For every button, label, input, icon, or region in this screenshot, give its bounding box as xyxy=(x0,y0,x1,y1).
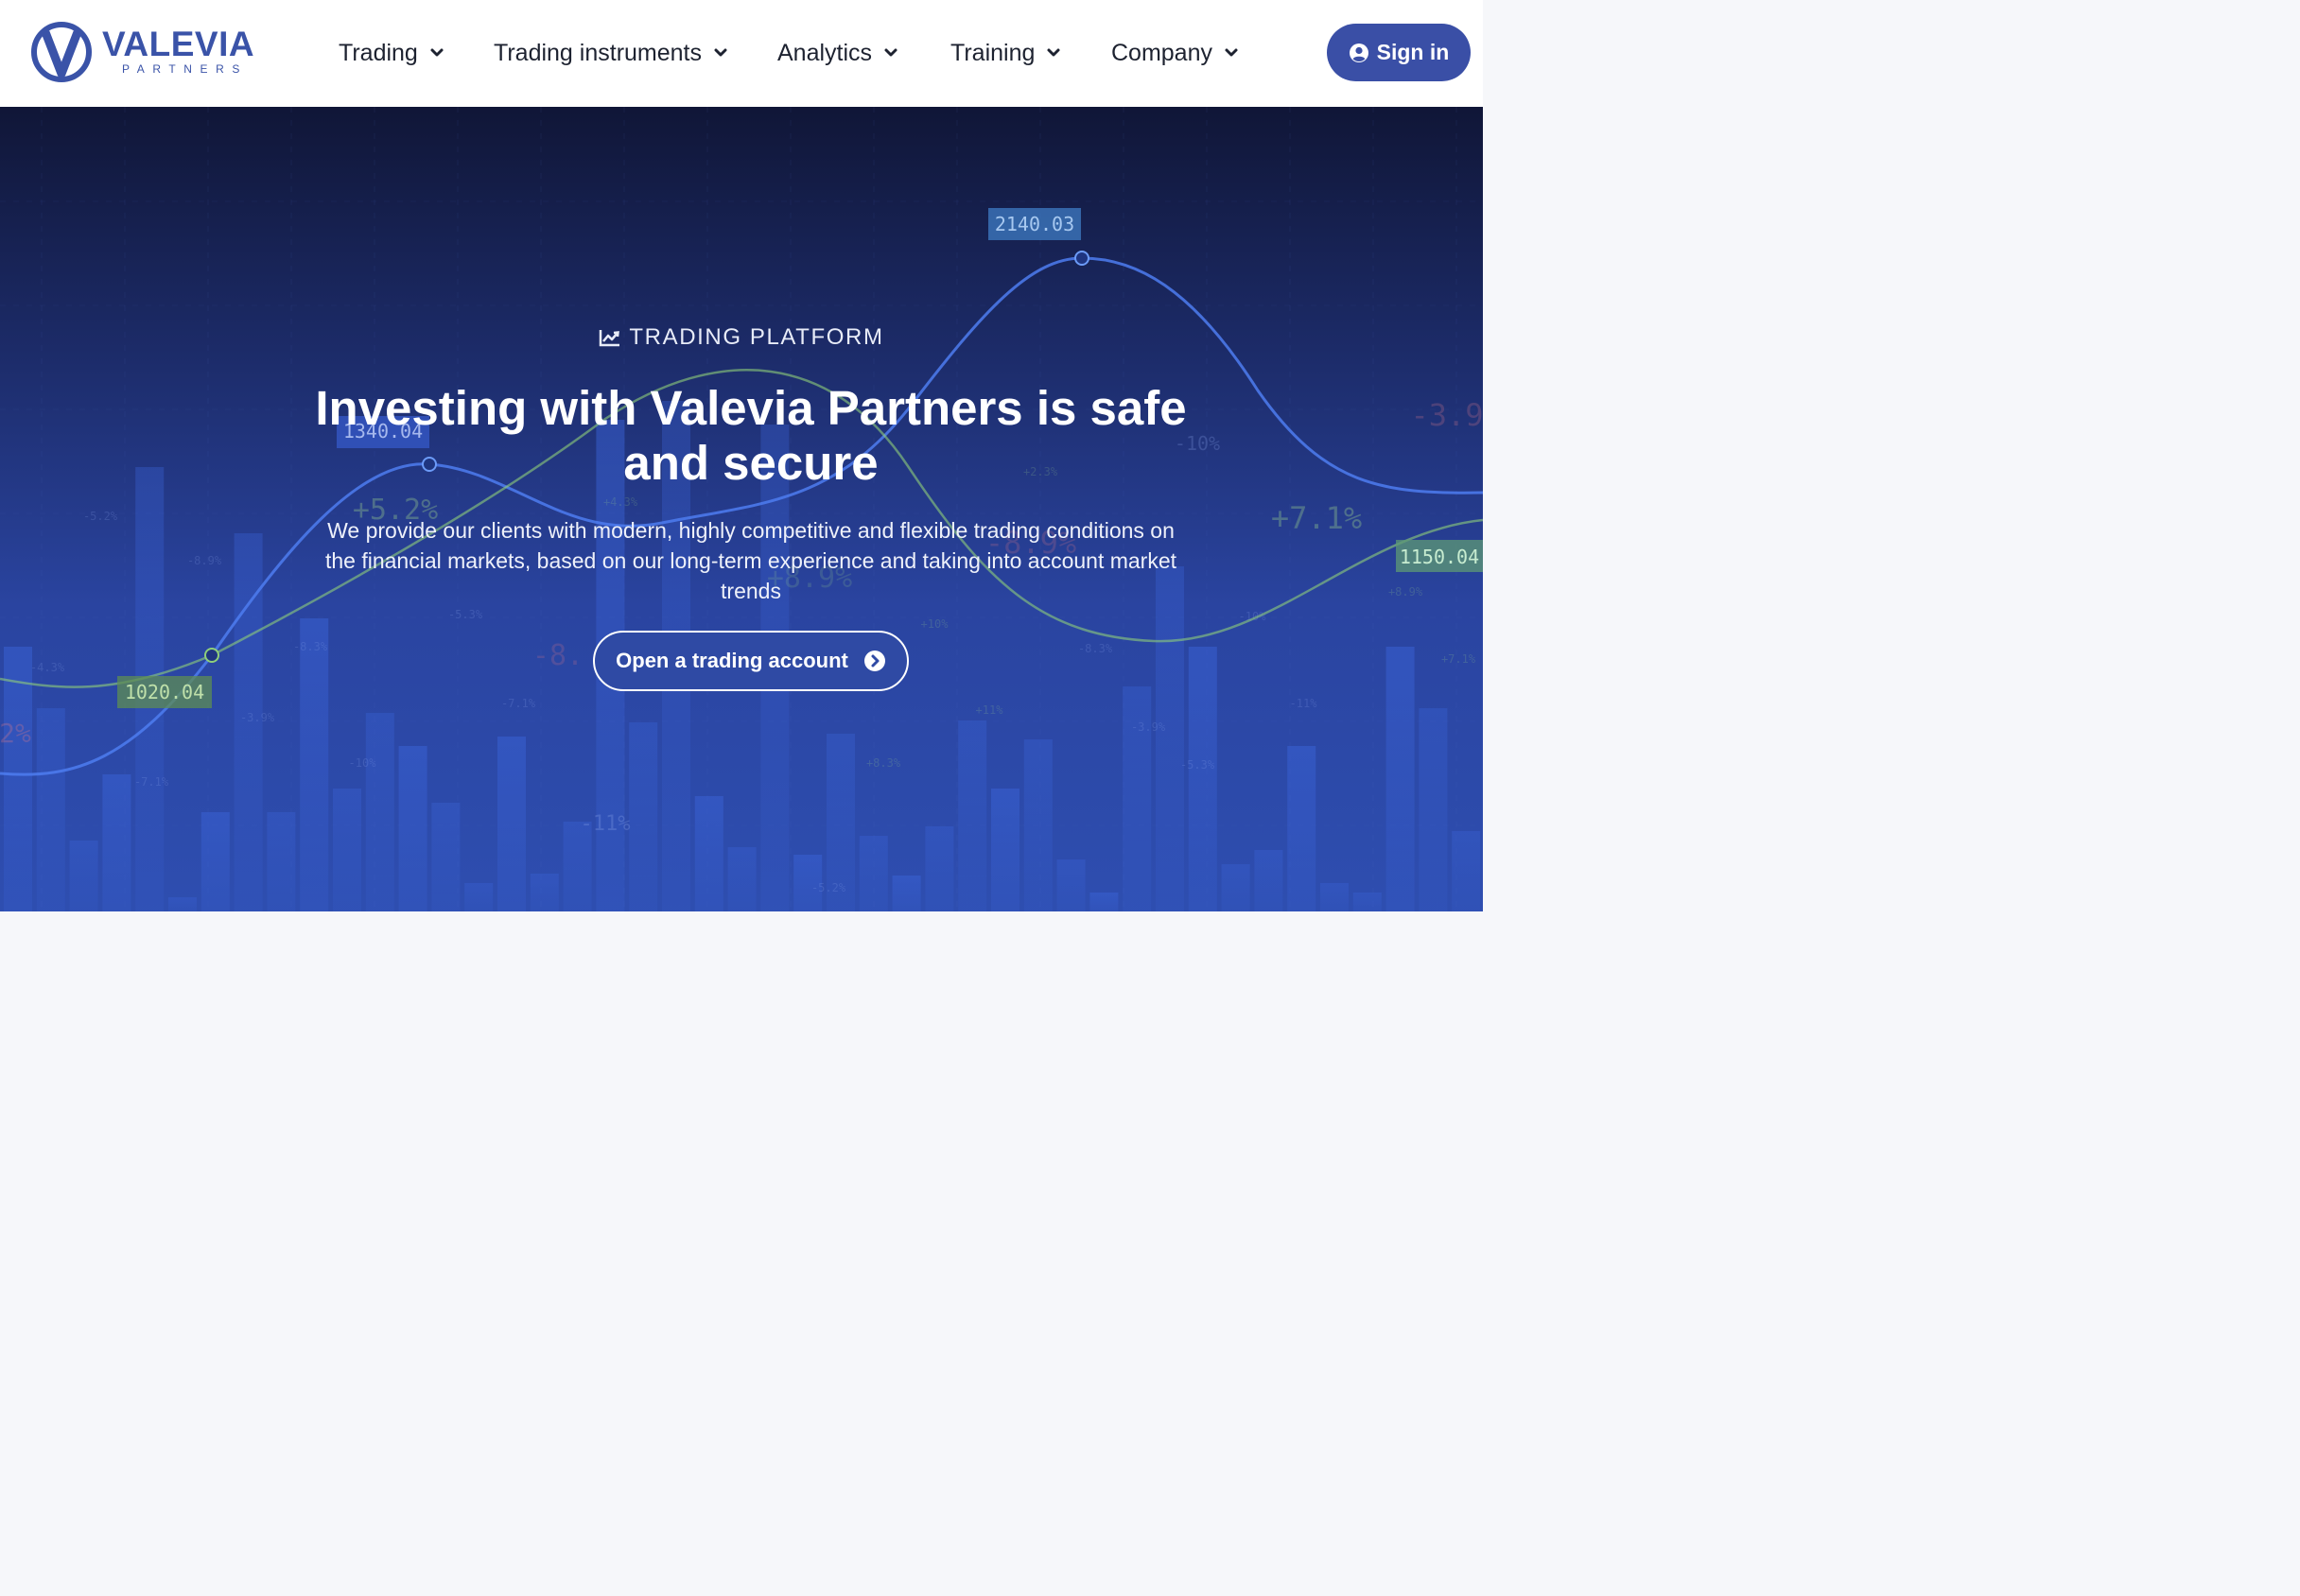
nav-item-label: Training xyxy=(950,39,1036,66)
chevron-down-icon xyxy=(1047,48,1060,57)
cta-label: Open a trading account xyxy=(616,649,848,672)
nav-item-label: Analytics xyxy=(777,39,873,66)
nav-item-company[interactable]: Company xyxy=(1111,36,1239,70)
sign-in-label: Sign in xyxy=(1376,40,1450,64)
nav-item-label: Company xyxy=(1111,39,1212,66)
chevron-down-icon xyxy=(884,48,897,57)
hero-title: Investing with Valevia Partners is safe … xyxy=(315,381,1187,490)
logo-wordmark: VALEVIA xyxy=(102,25,255,63)
hero-description: We provide our clients with modern, high… xyxy=(324,518,1177,603)
nav-item-label: Trading xyxy=(339,39,418,66)
chevron-down-icon xyxy=(714,48,727,57)
sign-in-button[interactable]: Sign in xyxy=(1327,24,1471,81)
logo[interactable]: VALEVIA PARTNERS xyxy=(30,21,257,85)
hero-section: 2140.03 1340.04 1020.04 1150.04 +5.2% +7.… xyxy=(0,107,1483,911)
chevron-down-icon xyxy=(430,48,444,57)
logo-subtitle: PARTNERS xyxy=(122,62,249,76)
nav-item-trading[interactable]: Trading xyxy=(339,36,444,70)
open-trading-account-button[interactable]: Open a trading account xyxy=(593,631,909,691)
logo-mark-icon xyxy=(31,22,92,82)
eyebrow-label: TRADING PLATFORM xyxy=(629,324,884,350)
nav-item-analytics[interactable]: Analytics xyxy=(777,36,898,70)
chart-line-icon xyxy=(600,330,620,347)
user-circle-icon xyxy=(1349,43,1368,62)
eyebrow: TRADING PLATFORM xyxy=(0,324,1483,351)
nav-item-training[interactable]: Training xyxy=(950,36,1061,70)
next-section xyxy=(0,911,1483,1029)
site-header: VALEVIA PARTNERS Trading Trading instrum… xyxy=(0,0,1483,107)
arrow-circle-right-icon xyxy=(863,651,885,671)
chevron-down-icon xyxy=(1225,48,1238,57)
nav-item-label: Trading instruments xyxy=(494,39,702,66)
nav-item-trading-instruments[interactable]: Trading instruments xyxy=(494,36,728,70)
hero-content: TRADING PLATFORM Investing with Valevia … xyxy=(0,107,1483,911)
